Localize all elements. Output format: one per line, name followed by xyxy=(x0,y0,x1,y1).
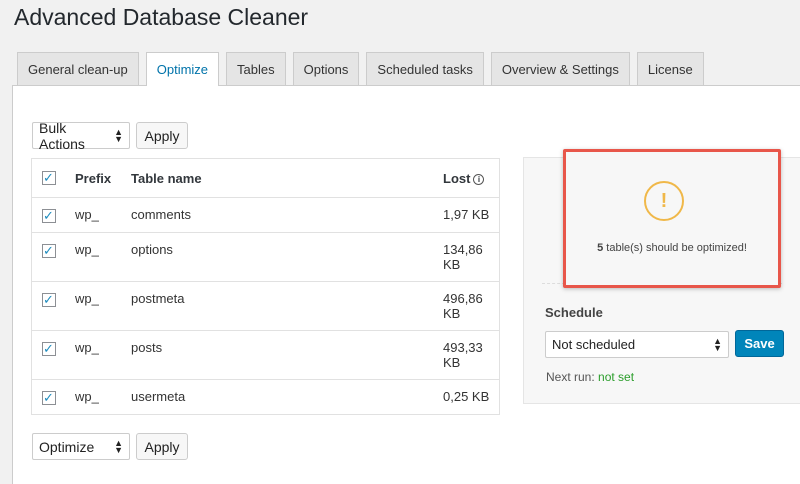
alert-message: 5 table(s) should be optimized! xyxy=(566,242,778,254)
next-run: Next run: not set xyxy=(546,370,634,384)
tab-tables[interactable]: Tables xyxy=(226,52,286,85)
select-arrows-icon: ▲ ▼ xyxy=(713,335,722,353)
select-arrows-icon: ▲ ▼ xyxy=(114,126,123,144)
select-all-checkbox[interactable]: ✓ xyxy=(41,171,56,185)
row-table-name: comments xyxy=(131,207,191,222)
row-lost: 0,25 KB xyxy=(443,389,490,404)
info-icon[interactable]: i xyxy=(473,173,485,185)
tab-options[interactable]: Options xyxy=(292,52,360,85)
tab-bar: General clean-up Optimize Tables Options… xyxy=(17,52,711,86)
row-checkbox[interactable]: ✓ xyxy=(41,244,56,258)
table-row: ✓ wp_ postmeta 496,86 KB xyxy=(32,281,499,330)
select-arrows-icon: ▲ ▼ xyxy=(114,437,123,455)
table-header: ✓ Prefix Table name Lost i xyxy=(32,159,499,197)
bulk-apply-button[interactable]: Apply xyxy=(136,122,188,149)
bottom-apply-button[interactable]: Apply xyxy=(136,433,188,460)
tab-scheduled-tasks[interactable]: Scheduled tasks xyxy=(366,52,484,85)
table-row: ✓ wp_ options 134,86 KB xyxy=(32,232,499,281)
optimize-table: ✓ Prefix Table name Lost i ✓ wp_ comments… xyxy=(31,158,500,415)
row-table-name: postmeta xyxy=(131,291,185,306)
next-run-value: not set xyxy=(598,370,635,384)
row-prefix: wp_ xyxy=(75,242,99,257)
row-table-name: options xyxy=(131,242,173,257)
bulk-actions-select[interactable]: Bulk Actions ▲ ▼ xyxy=(32,119,130,152)
row-table-name: posts xyxy=(131,340,163,355)
row-checkbox[interactable]: ✓ xyxy=(41,209,56,223)
schedule-label: Schedule xyxy=(545,305,603,320)
row-checkbox[interactable]: ✓ xyxy=(41,293,56,307)
header-lost[interactable]: Lost xyxy=(443,171,470,186)
optimize-alert: ! 5 table(s) should be optimized! xyxy=(563,149,781,288)
next-run-label: Next run: xyxy=(546,370,599,384)
exclamation-icon: ! xyxy=(644,181,684,221)
tab-general-clean-up[interactable]: General clean-up xyxy=(17,52,139,85)
row-prefix: wp_ xyxy=(75,291,99,306)
header-prefix[interactable]: Prefix xyxy=(65,171,121,186)
table-row: ✓ wp_ usermeta 0,25 KB xyxy=(32,379,499,414)
bulk-actions-value: Bulk Actions xyxy=(39,119,85,152)
row-prefix: wp_ xyxy=(75,340,99,355)
tab-overview-settings[interactable]: Overview & Settings xyxy=(490,52,630,85)
row-lost: 1,97 KB xyxy=(443,207,490,222)
optimize-action-value: Optimize xyxy=(39,438,95,455)
header-table-name[interactable]: Table name xyxy=(121,171,433,186)
row-checkbox[interactable]: ✓ xyxy=(41,342,56,356)
row-lost: 134,86 KB xyxy=(443,242,483,272)
save-button[interactable]: Save xyxy=(735,330,784,357)
page-title: Advanced Database Cleaner xyxy=(14,4,309,30)
optimize-action-select[interactable]: Optimize ▲ ▼ xyxy=(32,433,130,460)
row-checkbox[interactable]: ✓ xyxy=(41,391,56,405)
tab-optimize[interactable]: Optimize xyxy=(145,52,220,86)
row-table-name: usermeta xyxy=(131,389,186,404)
row-prefix: wp_ xyxy=(75,207,99,222)
table-row: ✓ wp_ posts 493,33 KB xyxy=(32,330,499,379)
schedule-value: Not scheduled xyxy=(552,337,636,352)
row-prefix: wp_ xyxy=(75,389,99,404)
row-lost: 496,86 KB xyxy=(443,291,483,321)
alert-text: table(s) should be optimized! xyxy=(603,242,747,254)
schedule-select[interactable]: Not scheduled ▲ ▼ xyxy=(545,331,729,358)
table-row: ✓ wp_ comments 1,97 KB xyxy=(32,197,499,232)
tab-license[interactable]: License xyxy=(636,52,704,85)
row-lost: 493,33 KB xyxy=(443,340,483,370)
